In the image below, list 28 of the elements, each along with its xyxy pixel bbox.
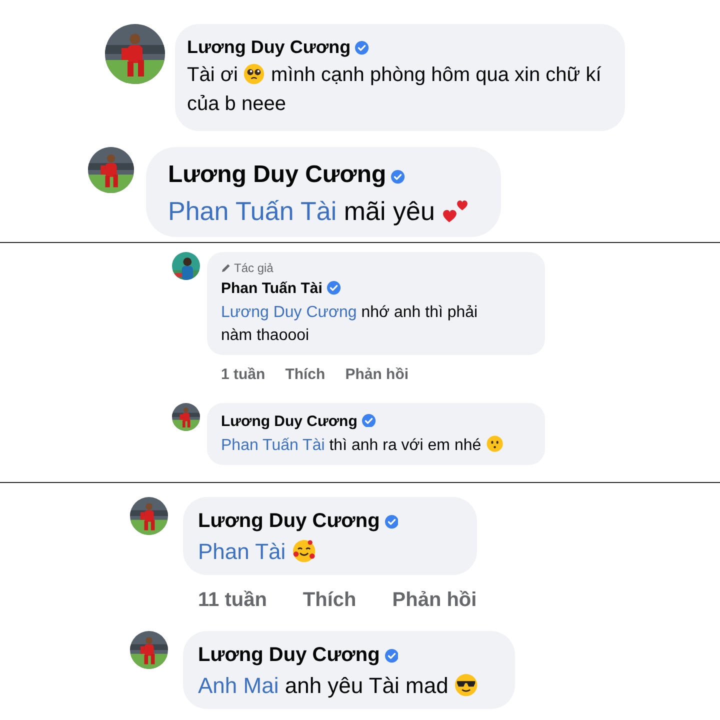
comment-time: 11 tuần bbox=[198, 588, 267, 613]
reply-link[interactable]: Phản hồi bbox=[392, 585, 477, 615]
commenter-name[interactable]: Lương Duy Cương bbox=[198, 506, 380, 536]
comment-text: Phan Tuấn Tài thì anh ra với em nhé bbox=[221, 434, 505, 456]
mention-link[interactable]: Phan Tài bbox=[198, 539, 286, 564]
like-link[interactable]: Thích bbox=[302, 585, 356, 615]
commenter-name[interactable]: Lương Duy Cương bbox=[187, 34, 351, 61]
smiling-face-with-hearts-icon bbox=[292, 538, 316, 563]
commenter-name[interactable]: Lương Duy Cương bbox=[198, 640, 380, 670]
comment-text: Anh Mai anh yêu Tài mad bbox=[198, 670, 479, 701]
comment-text: Tài ơi mình cạnh phòng hôm qua xin chữ kí của b neee bbox=[187, 62, 602, 117]
like-link[interactable]: Thích bbox=[285, 364, 326, 386]
mention-link[interactable]: Phan Tuấn Tài bbox=[221, 436, 325, 454]
comment-text: Phan Tuấn Tài mãi yêu bbox=[168, 193, 471, 229]
mention-link[interactable]: Phan Tuấn Tài bbox=[168, 196, 337, 226]
pleading-face-icon bbox=[243, 62, 266, 85]
mention-link[interactable]: Anh Mai bbox=[198, 673, 279, 698]
hushed-face-icon bbox=[486, 434, 504, 452]
commenter-name[interactable]: Lương Duy Cương bbox=[168, 157, 386, 193]
comment-time: 1 tuần bbox=[221, 365, 266, 385]
comment-text: Lương Duy Cương nhớ anh thì phải nàm thaoooi bbox=[221, 303, 479, 346]
commenter-name[interactable]: Phan Tuấn Tài bbox=[221, 278, 322, 300]
pencil-icon bbox=[221, 263, 231, 273]
sunglasses-face-icon bbox=[454, 672, 479, 697]
author-label: Tác giả bbox=[234, 260, 274, 277]
reply-link[interactable]: Phản hồi bbox=[345, 364, 409, 386]
mention-link[interactable]: Lương Duy Cương bbox=[221, 304, 357, 321]
commenter-name[interactable]: Lương Duy Cương bbox=[221, 410, 358, 433]
